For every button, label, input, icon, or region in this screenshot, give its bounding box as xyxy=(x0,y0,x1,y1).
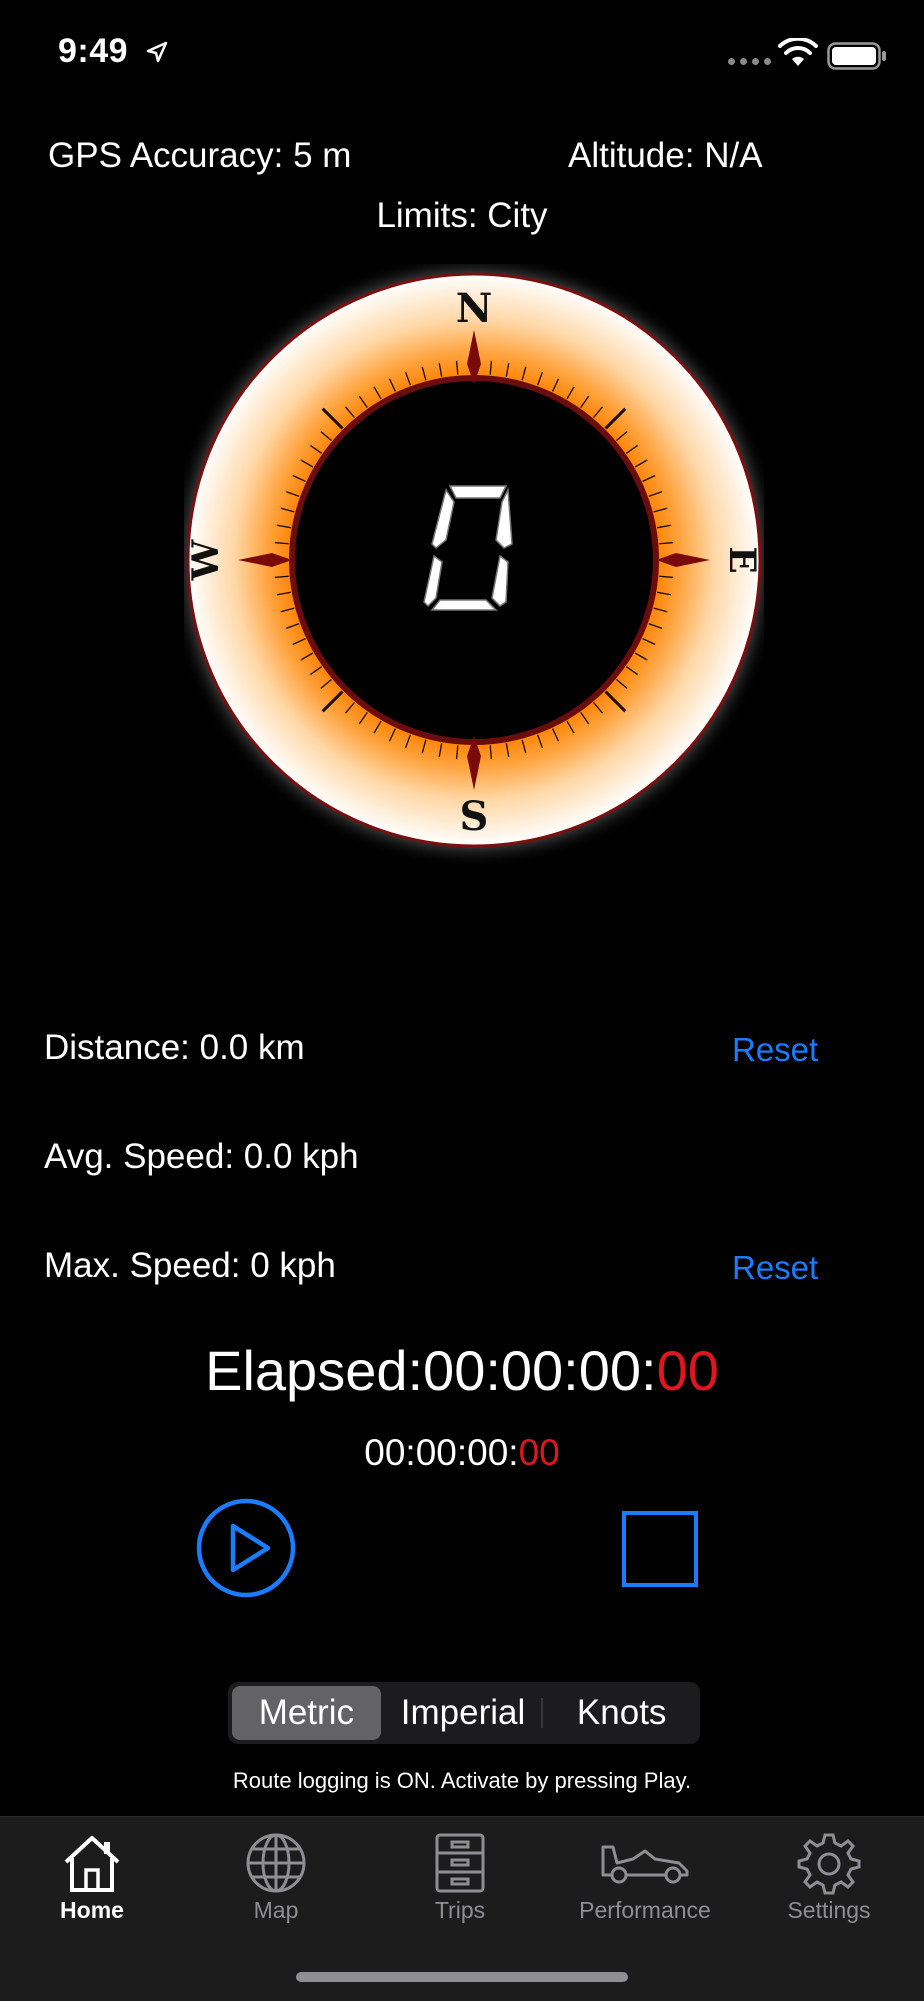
altitude: Altitude: N/A xyxy=(568,136,763,175)
tab-settings[interactable]: Settings xyxy=(754,1817,904,1947)
race-car-icon xyxy=(601,1845,689,1884)
segment-metric[interactable]: Metric xyxy=(232,1686,381,1740)
segment-imperial[interactable]: Imperial xyxy=(389,1686,538,1740)
segment-divider xyxy=(541,1698,544,1728)
speed-limits: Limits: City xyxy=(376,196,548,235)
cellular-signal-icon xyxy=(728,58,771,65)
tab-home[interactable]: Home xyxy=(17,1817,167,1947)
tab-home-label: Home xyxy=(60,1897,124,1923)
lap-timer-fraction: 00 xyxy=(518,1432,560,1473)
tab-map[interactable]: Map xyxy=(201,1817,351,1947)
route-logging-note: Route logging is ON. Activate by pressin… xyxy=(232,1768,692,1793)
compass-south-label: S xyxy=(460,793,489,840)
compass-west-label: W xyxy=(185,539,227,581)
gps-accuracy: GPS Accuracy: 5 m xyxy=(48,136,352,175)
tab-map-label: Map xyxy=(253,1897,299,1923)
elapsed-label: Elapsed: xyxy=(205,1339,424,1402)
segment-knots[interactable]: Knots xyxy=(547,1686,696,1740)
elapsed-timer: Elapsed:00:00:00:00 xyxy=(0,1338,924,1403)
home-indicator xyxy=(296,1972,628,1982)
tab-trips[interactable]: Trips xyxy=(385,1817,535,1947)
speed-readout: 0 xyxy=(420,478,513,611)
tab-settings-label: Settings xyxy=(787,1897,871,1923)
gear-icon xyxy=(797,1833,861,1895)
play-button[interactable] xyxy=(196,1498,296,1598)
status-time: 9:49 xyxy=(58,32,129,70)
play-icon xyxy=(230,1523,271,1573)
reset-distance-button[interactable]: Reset xyxy=(732,1031,818,1069)
cabinet-icon xyxy=(435,1833,485,1893)
tab-trips-label: Trips xyxy=(434,1897,486,1923)
globe-icon xyxy=(246,1833,306,1893)
house-icon xyxy=(64,1836,120,1892)
wifi-icon xyxy=(778,38,818,66)
avg-speed-stat: Avg. Speed: 0.0 kph xyxy=(44,1137,359,1176)
compass-east-label: E xyxy=(721,546,763,573)
elapsed-fraction: 00 xyxy=(656,1339,719,1402)
reset-max-speed-button[interactable]: Reset xyxy=(732,1249,818,1287)
lap-timer-main: 00:00:00: xyxy=(364,1432,519,1473)
location-arrow-icon xyxy=(146,41,168,63)
stop-button[interactable] xyxy=(622,1511,698,1587)
max-speed-stat: Max. Speed: 0 kph xyxy=(44,1246,336,1285)
distance-stat: Distance: 0.0 km xyxy=(44,1028,305,1067)
tab-performance-label: Performance xyxy=(579,1897,711,1923)
lap-timer: 00:00:00:00 xyxy=(0,1432,924,1474)
speed-value: 0 xyxy=(420,478,421,479)
tab-performance[interactable]: Performance xyxy=(569,1817,721,1947)
battery-icon xyxy=(827,42,886,70)
elapsed-main: 00:00:00: xyxy=(423,1339,657,1402)
units-segmented-control: Metric Imperial Knots xyxy=(228,1682,700,1744)
compass-north-label: N xyxy=(456,285,493,332)
